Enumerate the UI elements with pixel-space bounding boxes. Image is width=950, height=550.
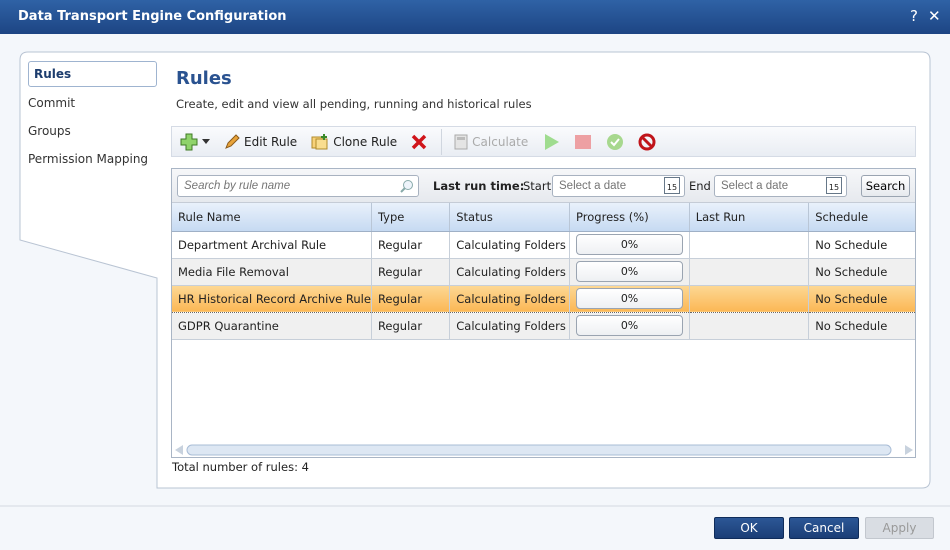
add-rule-button[interactable] — [180, 133, 210, 151]
check-circle-icon — [607, 133, 624, 150]
delete-rule-button[interactable] — [411, 134, 427, 150]
cell-last-run — [689, 231, 810, 259]
cell-schedule: No Schedule — [808, 284, 915, 313]
table-row[interactable]: GDPR Quarantine Regular Calculating Folder… — [172, 312, 915, 340]
cell-schedule: No Schedule — [808, 312, 915, 340]
cell-type: Regular — [371, 258, 451, 286]
start-label: Start — [523, 179, 552, 193]
search-button[interactable]: Search — [861, 175, 910, 197]
cell-status: Calculating Folders — [449, 231, 571, 259]
cell-rule-name: Department Archival Rule — [172, 231, 372, 259]
ok-button[interactable]: OK — [714, 517, 784, 539]
delete-x-icon — [411, 134, 427, 149]
rules-grid: Last run time: Start 15 End 15 Search Ru… — [171, 168, 916, 458]
end-label: End — [689, 179, 711, 193]
clone-rule-label: Clone Rule — [333, 134, 398, 149]
sidebar-item-commit[interactable]: Commit — [28, 96, 75, 110]
calculate-button[interactable]: Calculate — [454, 134, 528, 150]
cell-type: Regular — [371, 312, 451, 340]
cell-status: Calculating Folders — [449, 258, 571, 286]
column-header-last-run[interactable]: Last Run — [689, 203, 810, 232]
pencil-icon — [225, 133, 240, 149]
cancel-button[interactable]: Cancel — [789, 517, 859, 539]
cell-rule-name: Media File Removal — [172, 258, 372, 286]
cell-last-run — [689, 312, 810, 340]
search-icon — [400, 180, 413, 193]
horizontal-scrollbar[interactable] — [174, 443, 914, 457]
column-header-schedule[interactable]: Schedule — [808, 203, 915, 232]
total-rules-count: Total number of rules: 4 — [172, 460, 309, 474]
end-calendar-icon[interactable]: 15 — [826, 177, 842, 194]
cell-rule-name: HR Historical Record Archive Rule — [172, 284, 372, 313]
column-header-status[interactable]: Status — [449, 203, 571, 232]
edit-rule-label: Edit Rule — [244, 134, 298, 149]
play-icon — [545, 133, 560, 150]
cell-type: Regular — [371, 231, 451, 259]
filter-bar: Last run time: Start 15 End 15 Search — [172, 169, 915, 203]
clone-rule-button[interactable]: Clone Rule — [311, 133, 398, 150]
cancel-rule-button[interactable] — [638, 133, 656, 151]
sidebar-item-rules[interactable]: Rules — [28, 61, 157, 87]
cell-schedule: No Schedule — [808, 231, 915, 259]
calculate-label: Calculate — [472, 134, 529, 149]
progress-bar: 0% — [576, 288, 684, 309]
approve-button[interactable] — [606, 133, 624, 151]
cell-type: Regular — [371, 284, 451, 313]
cell-progress: 0% — [569, 231, 690, 259]
cell-progress: 0% — [569, 258, 690, 286]
table-row-selected[interactable]: HR Historical Record Archive Rule Regular… — [172, 284, 915, 313]
progress-bar: 0% — [576, 315, 684, 336]
calculator-icon — [454, 134, 468, 149]
cell-status: Calculating Folders — [449, 312, 571, 340]
sidebar-item-permission-mapping[interactable]: Permission Mapping — [28, 152, 148, 166]
last-run-label: Last run time: — [433, 179, 525, 193]
edit-rule-button[interactable]: Edit Rule — [224, 133, 298, 150]
cell-rule-name: GDPR Quarantine — [172, 312, 372, 340]
chevron-down-icon[interactable] — [202, 138, 210, 145]
progress-bar: 0% — [576, 261, 684, 282]
progress-bar: 0% — [576, 234, 684, 255]
cell-progress: 0% — [569, 284, 690, 313]
cell-progress: 0% — [569, 312, 690, 340]
cell-last-run — [689, 258, 810, 286]
column-header-type[interactable]: Type — [371, 203, 451, 232]
clone-icon — [311, 133, 328, 149]
cell-last-run — [689, 284, 810, 313]
stop-icon — [575, 134, 592, 149]
toolbar-separator — [441, 128, 443, 155]
plus-icon — [180, 133, 198, 150]
no-entry-icon — [638, 133, 656, 150]
table-row[interactable]: Department Archival Rule Regular Calculati… — [172, 231, 915, 259]
apply-button[interactable]: Apply — [865, 517, 934, 539]
rules-table: Rule Name Type Status Progress (%) Last … — [172, 203, 915, 340]
cell-status: Calculating Folders — [449, 284, 571, 313]
toolbar: Edit Rule Clone Rule Calculate — [171, 126, 916, 157]
run-button[interactable] — [542, 133, 560, 151]
page-title: Rules — [176, 68, 232, 89]
search-input[interactable] — [177, 175, 419, 197]
page-subtitle: Create, edit and view all pending, runni… — [176, 97, 532, 111]
column-header-rule-name[interactable]: Rule Name — [172, 203, 372, 232]
cell-schedule: No Schedule — [808, 258, 915, 286]
sidebar-item-groups[interactable]: Groups — [28, 124, 71, 138]
column-header-progress[interactable]: Progress (%) — [569, 203, 690, 232]
start-calendar-icon[interactable]: 15 — [664, 177, 680, 194]
stop-button[interactable] — [574, 133, 592, 151]
table-row[interactable]: Media File Removal Regular Calculating Fol… — [172, 258, 915, 286]
